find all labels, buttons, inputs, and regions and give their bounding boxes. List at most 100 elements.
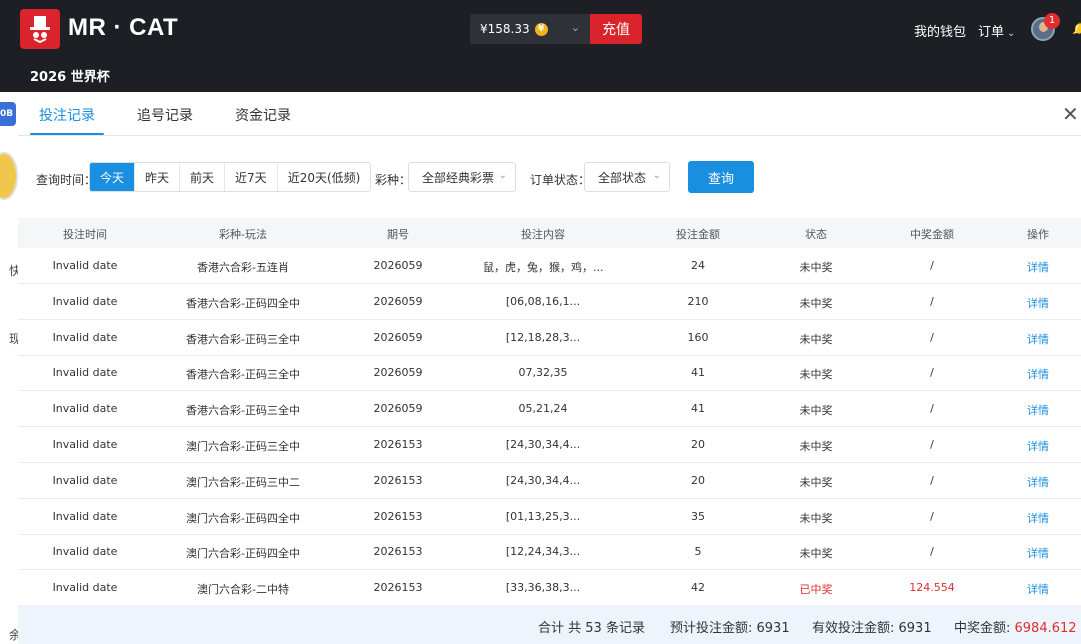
chevron-down-icon: ⌄ — [570, 21, 580, 34]
details-link[interactable]: 详情 — [1008, 510, 1068, 526]
bell-icon[interactable]: 🔔 — [1072, 22, 1081, 34]
status-select[interactable]: 全部状态 ⌄ — [584, 162, 670, 192]
table-row: Invalid date 澳门六合彩-正码三中二 2026153 [24,30,34,… — [18, 463, 1081, 499]
valid-label: 有效投注金额: — [812, 621, 899, 636]
orders-menu[interactable]: 订单 ⌄ — [978, 21, 1015, 40]
lottery-select[interactable]: 全部经典彩票 ⌄ — [408, 162, 516, 192]
status-cell: 未中奖 — [799, 368, 833, 382]
bet-time-cell: Invalid date — [52, 509, 118, 523]
wallet-link[interactable]: 我的钱包 — [914, 21, 966, 40]
recharge-button[interactable]: 充值 — [590, 14, 642, 44]
prize-cell: / — [930, 330, 934, 344]
balance-dropdown[interactable]: ¥158.33 ¥ ⌄ — [470, 14, 590, 44]
coin-icon: ¥ — [534, 22, 548, 36]
game-cell: 澳门六合彩-正码四全中 — [186, 547, 300, 561]
bet-time-cell: Invalid date — [52, 438, 118, 451]
prize-cell: / — [930, 438, 934, 451]
bet-time-cell: Invalid date — [52, 545, 118, 559]
details-link[interactable]: 详情 — [1008, 438, 1068, 454]
column-header: 状态 — [805, 228, 827, 241]
estimated-label: 预计投注金额: — [670, 621, 757, 636]
day-last20-button[interactable]: 近20天(低频) — [277, 163, 371, 191]
day-before-yesterday-button[interactable]: 前天 — [180, 163, 226, 191]
prize-total: 中奖金额: 6984.612 — [954, 617, 1077, 636]
amount-cell: 42 — [691, 581, 705, 595]
issue-cell: 2026059 — [373, 294, 423, 308]
column-header: 投注金额 — [676, 228, 720, 241]
details-link[interactable]: 详情 — [1008, 331, 1068, 347]
tab-bar: 投注记录 追号记录 资金记录 ✕ — [18, 92, 1081, 136]
column-header: 彩种-玩法 — [219, 228, 267, 241]
game-cell: 澳门六合彩-正码四全中 — [186, 511, 300, 525]
orders-label: 订单 — [978, 25, 1005, 40]
side-badge: 0B — [0, 102, 16, 126]
bet-time-cell: Invalid date — [52, 402, 118, 416]
status-select-value: 全部状态 — [598, 170, 647, 185]
details-link[interactable]: 详情 — [1008, 474, 1068, 490]
game-cell: 澳门六合彩-正码三中二 — [186, 475, 300, 489]
game-cell: 香港六合彩-正码三全中 — [186, 404, 300, 418]
prize-cell: 124.554 — [909, 581, 955, 595]
content-cell: [24,30,34,4... — [505, 473, 581, 487]
details-link[interactable]: 详情 — [1008, 295, 1068, 311]
summary-footer: 合计 共 53 条记录 预计投注金额: 6931 有效投注金额: 6931 中奖… — [18, 605, 1081, 644]
table-row: Invalid date 香港六合彩-正码三全中 2026059 07,32,35 41… — [18, 355, 1081, 392]
notification-badge: 1 — [1044, 13, 1060, 29]
issue-cell: 2026059 — [373, 330, 423, 344]
estimated-value: 6931 — [756, 621, 790, 636]
status-cell: 未中奖 — [799, 547, 833, 561]
tab-chase-records[interactable]: 追号记录 — [137, 105, 193, 125]
close-icon[interactable]: ✕ — [1062, 104, 1079, 124]
status-cell: 未中奖 — [799, 296, 833, 310]
time-filter-label: 查询时间： — [36, 173, 97, 187]
status-cell: 未中奖 — [799, 261, 833, 274]
prize-value: 6984.612 — [1014, 621, 1077, 636]
logo[interactable] — [20, 9, 60, 49]
day-range-selector: 今天 昨天 前天 近7天 近20天(低频) — [89, 162, 372, 192]
details-link[interactable]: 详情 — [1008, 545, 1068, 561]
issue-cell: 2026153 — [373, 473, 423, 487]
day-yesterday-button[interactable]: 昨天 — [135, 163, 181, 191]
tab-fund-records[interactable]: 资金记录 — [235, 105, 291, 125]
amount-cell: 41 — [691, 366, 705, 380]
amount-cell: 35 — [691, 509, 705, 523]
top-header: MR · CAT 2026 世界杯 ¥158.33 ¥ ⌄ 充值 我的钱包 订单… — [0, 0, 1081, 92]
day-today-button[interactable]: 今天 — [90, 163, 136, 191]
column-header: 操作 — [1027, 228, 1049, 241]
content-cell: [06,08,16,1... — [505, 294, 581, 308]
tab-bet-records[interactable]: 投注记录 — [39, 105, 95, 125]
content-cell: [01,13,25,3... — [505, 509, 581, 523]
bet-time-cell: Invalid date — [52, 473, 118, 487]
status-cell: 已中奖 — [799, 583, 833, 597]
column-header: 期号 — [387, 228, 409, 241]
amount-cell: 41 — [691, 402, 705, 416]
brand-name[interactable]: MR · CAT — [68, 14, 178, 42]
prize-cell: / — [930, 294, 934, 308]
table-row: Invalid date 香港六合彩-正码三全中 2026059 05,21,24 41… — [18, 391, 1081, 428]
day-last7-button[interactable]: 近7天 — [225, 163, 278, 191]
bet-time-cell: Invalid date — [52, 366, 118, 380]
details-link[interactable]: 详情 — [1008, 366, 1068, 382]
table-row: Invalid date 香港六合彩-正码四全中 2026059 [06,08,16,… — [18, 284, 1081, 320]
details-link[interactable]: 详情 — [1008, 259, 1068, 275]
table-row: Invalid date 澳门六合彩-正码四全中 2026153 [12,24,34,… — [18, 534, 1081, 571]
bet-records-modal: 投注记录 追号记录 资金记录 ✕ 查询时间： 今天 昨天 前天 近7天 近20天… — [18, 92, 1081, 644]
status-cell: 未中奖 — [799, 440, 833, 453]
details-link[interactable]: 详情 — [1008, 402, 1068, 418]
bet-time-cell: Invalid date — [52, 259, 118, 272]
world-cup-link[interactable]: 2026 世界杯 — [30, 66, 110, 85]
active-tab-indicator — [30, 133, 104, 135]
table-header: 投注时间 彩种-玩法 期号 投注内容 投注金额 状态 中奖金额 操作 — [18, 218, 1081, 248]
content-cell: 鼠，虎，兔，猴，鸡，... — [483, 261, 604, 274]
amount-cell: 24 — [691, 259, 705, 272]
game-cell: 香港六合彩-正码四全中 — [186, 296, 300, 310]
game-cell: 澳门六合彩-正码三全中 — [186, 440, 300, 453]
query-button[interactable]: 查询 — [688, 161, 754, 193]
bet-time-cell: Invalid date — [52, 330, 118, 344]
lottery-filter-label: 彩种： — [375, 173, 412, 187]
issue-cell: 2026059 — [373, 402, 423, 416]
details-link[interactable]: 详情 — [1008, 581, 1068, 597]
chevron-down-icon: ⌄ — [1007, 28, 1016, 39]
game-cell: 香港六合彩-正码三全中 — [186, 368, 300, 382]
chevron-down-icon: ⌄ — [652, 170, 661, 181]
